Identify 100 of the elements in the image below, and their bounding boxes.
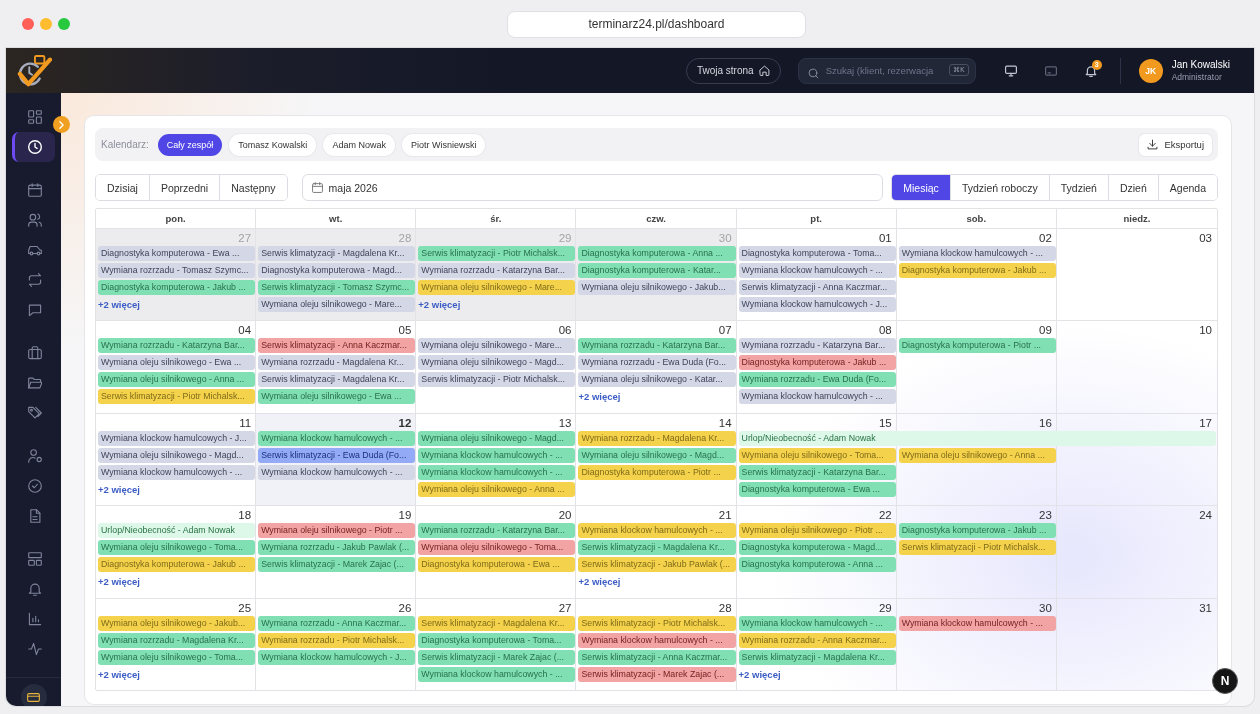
- calendar-event[interactable]: Diagnostyka komputerowa - Piotr ...: [898, 338, 1056, 354]
- calendar-event[interactable]: Serwis klimatyzacji - Magdalena Kr...: [578, 540, 736, 556]
- calendar-event[interactable]: Wymiana rozrzadu - Katarzyna Bar...: [738, 338, 896, 354]
- calendar-chip[interactable]: Cały zespół: [157, 133, 223, 156]
- calendar-event[interactable]: Diagnostyka komputerowa - Anna ...: [578, 246, 736, 261]
- calendar-chip[interactable]: Tomasz Kowalski: [229, 133, 317, 156]
- calendar-event[interactable]: Serwis klimatyzacji - Anna Kaczmar...: [578, 649, 736, 665]
- calendar-event[interactable]: Wymiana oleju silnikowego - Mare...: [418, 280, 576, 295]
- calendar-event[interactable]: Wymiana rozrzadu - Magdalena Kr...: [98, 632, 256, 648]
- calendar-event[interactable]: Wymiana oleju silnikowego - Magd...: [578, 447, 736, 463]
- calendar-event[interactable]: Serwis klimatyzacji - Marek Zajac (...: [418, 649, 576, 665]
- more-events-link[interactable]: +2 więcej: [578, 576, 621, 588]
- calendar-event[interactable]: Diagnostyka komputerowa - Katar...: [578, 263, 736, 278]
- more-events-link[interactable]: +2 więcej: [418, 299, 461, 310]
- calendar-event[interactable]: Serwis klimatyzacji - Piotr Michalsk...: [98, 389, 256, 405]
- calendar-event[interactable]: Wymiana oleju silnikowego - Toma...: [98, 649, 256, 665]
- calendar-event[interactable]: Wymiana rozrzadu - Jakub Pawlak (...: [258, 540, 416, 556]
- close-dot-icon[interactable]: [22, 18, 34, 30]
- calendar-event[interactable]: Diagnostyka komputerowa - Piotr ...: [578, 464, 736, 480]
- calendar-event[interactable]: Wymiana oleju silnikowego - Mare...: [258, 297, 416, 312]
- calendar-event[interactable]: Wymiana rozrzadu - Katarzyna Bar...: [578, 338, 736, 354]
- calendar-event[interactable]: Wymiana rozrzadu - Anna Kaczmar...: [258, 615, 416, 631]
- calendar-event[interactable]: Diagnostyka komputerowa - Toma...: [418, 632, 576, 648]
- calendar-event[interactable]: Serwis klimatyzacji - Piotr Michalsk...: [898, 540, 1056, 556]
- calendar-event[interactable]: Diagnostyka komputerowa - Magd...: [738, 540, 896, 556]
- calendar-event[interactable]: Wymiana oleju silnikowego - Magd...: [418, 355, 576, 371]
- calendar-event[interactable]: Wymiana klockow hamulcowych - ...: [98, 464, 256, 480]
- calendar-event[interactable]: Wymiana rozrzadu - Magdalena Kr...: [578, 430, 736, 446]
- more-events-link[interactable]: +2 więcej: [98, 299, 140, 310]
- maximize-dot-icon[interactable]: [58, 18, 70, 30]
- calendar-event[interactable]: Wymiana klockow hamulcowych - J...: [258, 649, 416, 665]
- calendar-event[interactable]: Serwis klimatyzacji - Piotr Michalsk...: [418, 246, 576, 261]
- calendar-event[interactable]: Diagnostyka komputerowa - Magd...: [258, 263, 416, 278]
- calendar-event[interactable]: Serwis klimatyzacji - Jakub Pawlak (...: [578, 557, 736, 573]
- sidebar-toggle-button[interactable]: [53, 116, 70, 133]
- more-events-link[interactable]: +2 więcej: [578, 391, 621, 403]
- calendar-event[interactable]: Wymiana rozrzadu - Ewa Duda (Fo...: [738, 372, 896, 388]
- more-events-link[interactable]: +2 więcej: [98, 668, 140, 680]
- calendar-event[interactable]: Diagnostyka komputerowa - Ewa ...: [418, 557, 576, 573]
- calendar-event[interactable]: Diagnostyka komputerowa - Toma...: [738, 246, 896, 261]
- calendar-event[interactable]: Wymiana klockow hamulcowych - ...: [738, 615, 896, 631]
- calendar-event[interactable]: Wymiana klockow hamulcowych - ...: [418, 464, 576, 480]
- more-events-link[interactable]: +2 więcej: [98, 483, 140, 495]
- calendar-event[interactable]: Wymiana klockow hamulcowych - J...: [738, 297, 896, 312]
- calendar-event[interactable]: Wymiana klockow hamulcowych - ...: [898, 246, 1056, 261]
- calendar-event[interactable]: Wymiana oleju silnikowego - Piotr ...: [258, 523, 416, 539]
- calendar-event[interactable]: Wymiana rozrzadu - Ewa Duda (Fo...: [578, 355, 736, 371]
- calendar-event[interactable]: Wymiana oleju silnikowego - Katar...: [578, 372, 736, 388]
- calendar-event[interactable]: Wymiana klockow hamulcowych - ...: [738, 389, 896, 405]
- export-button[interactable]: Eksportuj: [1139, 133, 1212, 156]
- calendar-event[interactable]: Urlop/Nieobecność - Adam Nowak: [98, 523, 256, 539]
- calendar-event[interactable]: Wymiana oleju silnikowego - Toma...: [418, 540, 576, 556]
- calendar-event[interactable]: Wymiana klockow hamulcowych - ...: [898, 615, 1056, 631]
- calendar-event[interactable]: Serwis klimatyzacji - Anna Kaczmar...: [258, 338, 416, 354]
- calendar-event[interactable]: Wymiana oleju silnikowego - Jakub...: [578, 280, 736, 295]
- calendar-event[interactable]: Serwis klimatyzacji - Magdalena Kr...: [258, 246, 416, 261]
- navigation-button[interactable]: Następny: [219, 175, 287, 200]
- calendar-event[interactable]: Serwis klimatyzacji - Piotr Michalsk...: [578, 615, 736, 631]
- calendar-event[interactable]: Wymiana oleju silnikowego - Ewa ...: [98, 355, 256, 371]
- calendar-event[interactable]: Serwis klimatyzacji - Marek Zajac (...: [258, 557, 416, 573]
- calendar-event[interactable]: Wymiana oleju silnikowego - Anna ...: [98, 372, 256, 388]
- address-bar[interactable]: terminarz24.pl/dashboard: [507, 10, 806, 38]
- calendar-event[interactable]: Wymiana oleju silnikowego - Anna ...: [418, 481, 576, 497]
- calendar-event[interactable]: Serwis klimatyzacji - Marek Zajac (...: [578, 666, 736, 682]
- calendar-event[interactable]: Diagnostyka komputerowa - Jakub ...: [98, 280, 256, 295]
- calendar-event[interactable]: Diagnostyka komputerowa - Ewa ...: [738, 481, 896, 497]
- calendar-event[interactable]: Serwis klimatyzacji - Piotr Michalsk...: [418, 372, 576, 388]
- calendar-event[interactable]: Wymiana oleju silnikowego - Toma...: [98, 540, 256, 556]
- calendar-event[interactable]: Serwis klimatyzacji - Magdalena Kr...: [258, 372, 416, 388]
- footer-menu-button[interactable]: [20, 684, 47, 706]
- calendar-event[interactable]: Diagnostyka komputerowa - Jakub ...: [738, 355, 896, 371]
- calendar-event[interactable]: Wymiana oleju silnikowego - Anna ...: [898, 447, 1056, 463]
- calendar-event[interactable]: Wymiana rozrzadu - Katarzyna Bar...: [98, 338, 256, 354]
- calendar-event[interactable]: Diagnostyka komputerowa - Jakub ...: [898, 263, 1056, 278]
- calendar-event[interactable]: Diagnostyka komputerowa - Jakub ...: [898, 523, 1056, 539]
- calendar-event[interactable]: Wymiana oleju silnikowego - Ewa ...: [258, 389, 416, 405]
- calendar-chip[interactable]: Adam Nowak: [323, 133, 395, 156]
- date-field[interactable]: maja 2026: [301, 174, 884, 201]
- calendar-event[interactable]: Wymiana rozrzadu - Tomasz Szymc...: [98, 263, 256, 278]
- calendar-event[interactable]: Serwis klimatyzacji - Magdalena Kr...: [738, 649, 896, 665]
- calendar-event[interactable]: Serwis klimatyzacji - Anna Kaczmar...: [738, 280, 896, 295]
- calendar-event[interactable]: Wymiana rozrzadu - Katarzyna Bar...: [418, 263, 576, 278]
- calendar-event[interactable]: Wymiana klockow hamulcowych - ...: [418, 666, 576, 682]
- calendar-event[interactable]: Wymiana rozrzadu - Piotr Michalsk...: [258, 632, 416, 648]
- more-events-link[interactable]: +2 więcej: [98, 576, 140, 588]
- view-tab[interactable]: Agenda: [1157, 175, 1217, 200]
- calendar-event[interactable]: Serwis klimatyzacji - Magdalena Kr...: [418, 615, 576, 631]
- calendar-event[interactable]: Wymiana oleju silnikowego - Mare...: [418, 338, 576, 354]
- calendar-event[interactable]: Diagnostyka komputerowa - Jakub ...: [98, 557, 256, 573]
- calendar-event[interactable]: Wymiana klockow hamulcowych - ...: [578, 523, 736, 539]
- calendar-event[interactable]: Diagnostyka komputerowa - Anna ...: [738, 557, 896, 573]
- calendar-chip[interactable]: Piotr Wisniewski: [401, 133, 486, 156]
- calendar-event[interactable]: Serwis klimatyzacji - Katarzyna Bar...: [738, 464, 896, 480]
- calendar-event[interactable]: Wymiana oleju silnikowego - Toma...: [738, 447, 896, 463]
- sidebar-item[interactable]: [12, 132, 55, 162]
- calendar-event[interactable]: Diagnostyka komputerowa - Ewa ...: [98, 246, 256, 261]
- minimize-dot-icon[interactable]: [40, 18, 52, 30]
- calendar-event[interactable]: Wymiana oleju silnikowego - Jakub...: [98, 615, 256, 631]
- calendar-event[interactable]: Wymiana oleju silnikowego - Piotr ...: [738, 523, 896, 539]
- calendar-event[interactable]: Wymiana rozrzadu - Katarzyna Bar...: [418, 523, 576, 539]
